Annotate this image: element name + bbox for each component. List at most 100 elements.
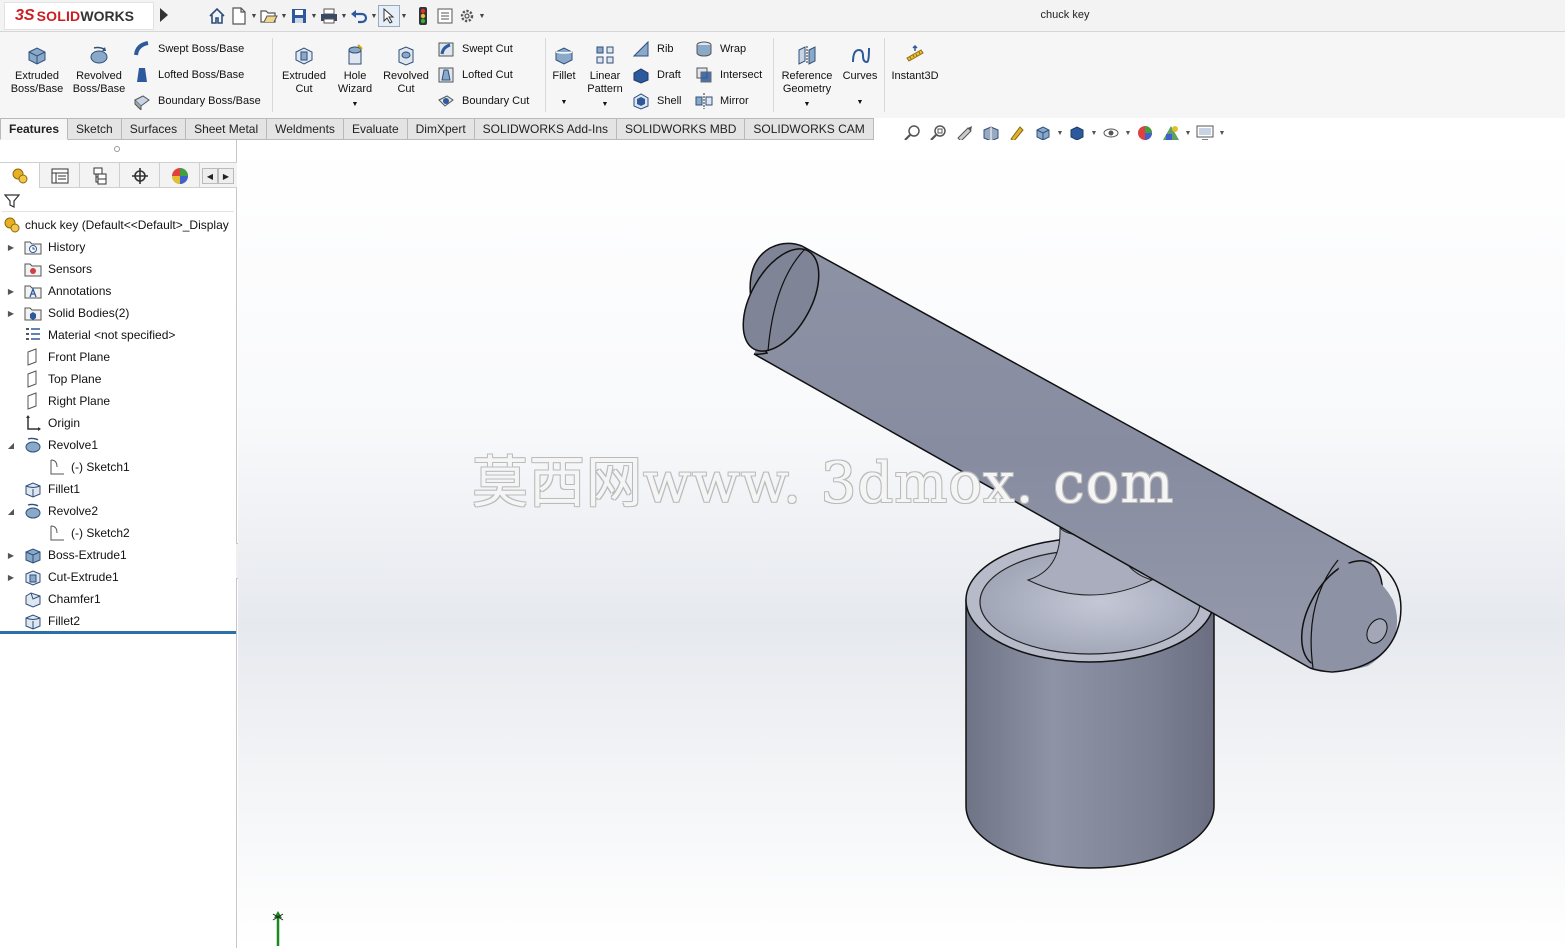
tab-sheet-metal[interactable]: Sheet Metal: [186, 118, 268, 140]
wrap-button[interactable]: Wrap: [694, 38, 746, 60]
print-icon[interactable]: [318, 5, 340, 27]
linear-pattern-button[interactable]: Linear Pattern ▼: [583, 42, 627, 111]
curves-dropdown-icon[interactable]: ▼: [838, 96, 882, 109]
boundary-boss-button[interactable]: Boundary Boss/Base: [132, 90, 261, 112]
featuremanager-tab[interactable]: [0, 163, 40, 188]
home-icon[interactable]: [206, 5, 228, 27]
dimxpertmanager-tab[interactable]: [120, 163, 160, 188]
intersect-button[interactable]: Intersect: [694, 64, 762, 86]
scroll-left-icon[interactable]: ◀: [202, 168, 218, 184]
select-dropdown-icon[interactable]: ▼: [400, 5, 408, 27]
new-dropdown-icon[interactable]: ▼: [250, 5, 258, 27]
draft-button[interactable]: Draft: [631, 64, 681, 86]
tab-surfaces[interactable]: Surfaces: [121, 118, 187, 140]
tree-root-part[interactable]: chuck key (Default<<Default>_Display: [0, 214, 237, 236]
tree-item-sketch2[interactable]: (-) Sketch2: [0, 522, 237, 544]
extruded-boss-button[interactable]: Extruded Boss/Base: [8, 42, 66, 96]
tree-item-right-plane[interactable]: Right Plane: [0, 390, 237, 412]
boundary-cut-button[interactable]: Boundary Cut: [436, 90, 529, 112]
linear-pattern-dropdown-icon[interactable]: ▼: [583, 98, 627, 111]
instant3d-button[interactable]: Instant3D: [886, 42, 944, 83]
tab-features[interactable]: Features: [0, 118, 69, 140]
tree-item-origin[interactable]: Origin: [0, 412, 237, 434]
collapse-arrow-icon[interactable]: ◢: [6, 441, 16, 450]
menu-expand-arrow-icon[interactable]: [160, 8, 168, 22]
tab-dimxpert[interactable]: DimXpert: [407, 118, 475, 140]
reference-geometry-button[interactable]: Reference Geometry ▼: [778, 42, 836, 111]
undo-icon[interactable]: [348, 5, 370, 27]
select-icon[interactable]: [378, 5, 400, 27]
revolved-boss-button[interactable]: Revolved Boss/Base: [70, 42, 128, 96]
extruded-cut-button[interactable]: Extruded Cut: [278, 42, 330, 96]
tree-item-annotations[interactable]: ▶ Annotations: [0, 280, 237, 302]
fillet-dropdown-icon[interactable]: ▼: [548, 96, 580, 109]
tree-item-boss-extrude1[interactable]: ▶ Boss-Extrude1: [0, 544, 237, 566]
tab-evaluate[interactable]: Evaluate: [343, 118, 408, 140]
configurationmanager-tab[interactable]: [80, 163, 120, 188]
panel-splitter-handle[interactable]: [114, 146, 120, 152]
tab-weldments[interactable]: Weldments: [267, 118, 344, 140]
collapse-arrow-icon[interactable]: ◢: [6, 507, 16, 516]
options-icon[interactable]: [456, 5, 478, 27]
shell-button[interactable]: Shell: [631, 90, 681, 112]
lofted-cut-button[interactable]: Lofted Cut: [436, 64, 513, 86]
displaymanager-tab[interactable]: [160, 163, 200, 188]
new-document-icon[interactable]: [228, 5, 250, 27]
rib-button[interactable]: Rib: [631, 38, 674, 60]
swept-boss-button[interactable]: Swept Boss/Base: [132, 38, 244, 60]
display-style-dropdown-icon[interactable]: ▼: [1090, 130, 1098, 137]
save-dropdown-icon[interactable]: ▼: [310, 5, 318, 27]
hide-show-items-dropdown-icon[interactable]: ▼: [1124, 130, 1132, 137]
options-dropdown-icon[interactable]: ▼: [478, 5, 486, 27]
rollback-bar[interactable]: [0, 631, 236, 634]
tree-item-fillet1[interactable]: Fillet1: [0, 478, 237, 500]
scroll-right-icon[interactable]: ▶: [218, 168, 234, 184]
view-orientation-dropdown-icon[interactable]: ▼: [1056, 130, 1064, 137]
view-settings-dropdown-icon[interactable]: ▼: [1218, 130, 1226, 137]
swept-cut-button[interactable]: Swept Cut: [436, 38, 513, 60]
hole-wizard-button[interactable]: Hole Wizard ▼: [330, 42, 380, 111]
tree-item-top-plane[interactable]: Top Plane: [0, 368, 237, 390]
tab-solidworks-cam[interactable]: SOLIDWORKS CAM: [745, 118, 874, 140]
print-dropdown-icon[interactable]: ▼: [340, 5, 348, 27]
tree-item-front-plane[interactable]: Front Plane: [0, 346, 237, 368]
expand-arrow-icon[interactable]: ▶: [6, 309, 16, 318]
tab-sketch[interactable]: Sketch: [68, 118, 122, 140]
open-dropdown-icon[interactable]: ▼: [280, 5, 288, 27]
expand-arrow-icon[interactable]: ▶: [6, 243, 16, 252]
tree-item-solid-bodies-2[interactable]: ▶ Solid Bodies(2): [0, 302, 237, 324]
lofted-boss-button[interactable]: Lofted Boss/Base: [132, 64, 244, 86]
revolved-cut-button[interactable]: Revolved Cut: [380, 42, 432, 96]
tree-item-sketch1[interactable]: (-) Sketch1: [0, 456, 237, 478]
apply-scene-dropdown-icon[interactable]: ▼: [1184, 130, 1192, 137]
mirror-button[interactable]: Mirror: [694, 90, 749, 112]
fillet-button[interactable]: Fillet ▼: [548, 42, 580, 109]
feature-tree-filter[interactable]: [2, 190, 234, 212]
tree-item-revolve2[interactable]: ◢ Revolve2: [0, 500, 237, 522]
propertymanager-tab[interactable]: [40, 163, 80, 188]
undo-dropdown-icon[interactable]: ▼: [370, 5, 378, 27]
tree-item-cut-extrude1[interactable]: ▶ Cut-Extrude1: [0, 566, 237, 588]
expand-arrow-icon[interactable]: ▶: [6, 287, 16, 296]
tree-item-sensors[interactable]: Sensors: [0, 258, 237, 280]
tab-solidworks-mbd[interactable]: SOLIDWORKS MBD: [617, 118, 746, 140]
tree-item-revolve1[interactable]: ◢ Revolve1: [0, 434, 237, 456]
hole-wizard-dropdown-icon[interactable]: ▼: [330, 98, 380, 111]
graphics-area[interactable]: 莫西网www. 3dmox. com: [238, 140, 1565, 948]
tree-item-history[interactable]: ▶ History: [0, 236, 237, 258]
tree-item-fillet2[interactable]: Fillet2: [0, 610, 237, 632]
rebuild-icon[interactable]: [412, 5, 434, 27]
curves-button[interactable]: Curves ▼: [838, 42, 882, 109]
tree-item-chamfer1[interactable]: Chamfer1: [0, 588, 237, 610]
solidworks-logo[interactable]: 3S SOLID WORKS: [4, 2, 154, 30]
save-icon[interactable]: [288, 5, 310, 27]
filter-icon[interactable]: [4, 193, 20, 209]
chuck-key-model[interactable]: [238, 140, 1565, 948]
expand-arrow-icon[interactable]: ▶: [6, 573, 16, 582]
tab-solidworks-add-ins[interactable]: SOLIDWORKS Add-Ins: [474, 118, 618, 140]
open-icon[interactable]: [258, 5, 280, 27]
expand-arrow-icon[interactable]: ▶: [6, 551, 16, 560]
reference-geometry-dropdown-icon[interactable]: ▼: [778, 98, 836, 111]
tree-item-material-not-specified[interactable]: Material <not specified>: [0, 324, 237, 346]
file-properties-icon[interactable]: [434, 5, 456, 27]
